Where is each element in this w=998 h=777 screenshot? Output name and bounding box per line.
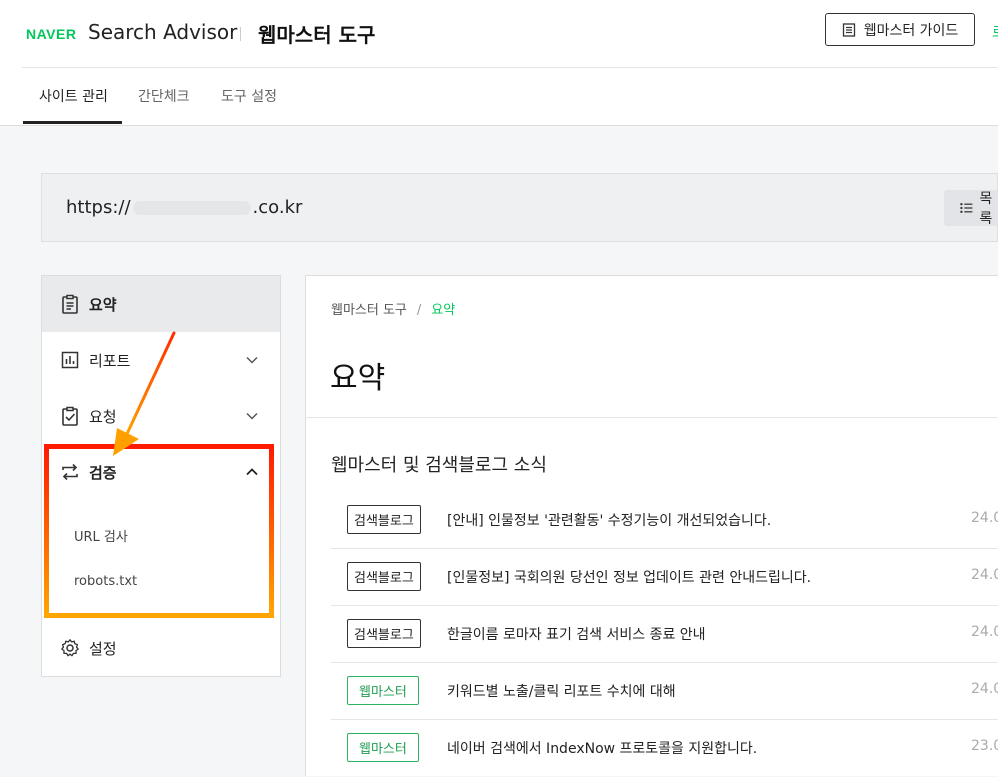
sidebar-item-request[interactable]: 요청	[42, 388, 280, 444]
app-title[interactable]: Search Advisor	[88, 20, 237, 44]
blurred-domain	[132, 201, 251, 215]
category-badge: 웹마스터	[347, 676, 419, 705]
news-date: 24.0	[971, 681, 998, 697]
site-url[interactable]: https:// .co.kr	[66, 197, 302, 218]
site-list-label: 목록	[979, 191, 993, 227]
site-url-prefix: https://	[66, 197, 131, 218]
category-badge: 웹마스터	[347, 733, 419, 762]
news-row[interactable]: 검색블로그 [인물정보] 국회의원 당선인 정보 업데이트 관련 안내드립니다.…	[331, 549, 998, 606]
chevron-down-icon[interactable]	[244, 352, 260, 368]
news-date: 23.0	[971, 738, 998, 754]
site-bar: https:// .co.kr 목록	[41, 173, 998, 242]
category-badge: 검색블로그	[347, 619, 421, 648]
news-date: 24.0	[971, 624, 998, 640]
swap-icon	[62, 463, 78, 481]
chevron-up-icon[interactable]	[244, 464, 260, 480]
webmaster-guide-label: 웹마스터 가이드	[863, 22, 959, 39]
active-tab-indicator	[23, 121, 122, 124]
news-title[interactable]: 키워드별 노출/클릭 리포트 수치에 대해	[447, 681, 676, 701]
chart-icon	[61, 351, 79, 369]
webmaster-guide-button[interactable]: 웹마스터 가이드	[825, 13, 975, 46]
document-icon	[842, 22, 855, 37]
sidebar-subitem-robots-txt[interactable]: robots.txt	[74, 574, 137, 589]
breadcrumb-current: 요약	[431, 303, 456, 318]
news-title[interactable]: [안내] 인물정보 '관련활동' 수정기능이 개선되었습니다.	[447, 510, 771, 530]
news-row[interactable]: 웹마스터 네이버 검색에서 IndexNow 프로토콜을 지원합니다. 23.0	[331, 720, 998, 777]
site-url-suffix: .co.kr	[252, 197, 303, 218]
page-title: 요약	[330, 361, 386, 396]
sidebar-item-label: 요청	[89, 407, 117, 426]
breadcrumb: 웹마스터 도구 / 요약	[331, 303, 456, 318]
sidebar-item-label: 검증	[89, 463, 117, 482]
clipboard-icon	[62, 294, 78, 314]
news-date: 24.0	[971, 510, 998, 526]
tool-title[interactable]: 웹마스터 도구	[258, 19, 375, 48]
sidebar-item-verification[interactable]: 검증	[42, 444, 280, 500]
sidebar-item-label: 리포트	[89, 351, 131, 370]
sidebar: 요약 리포트 요청 검증 URL 검사 robots.txt 설정	[41, 275, 281, 677]
gear-icon	[61, 639, 79, 657]
site-list-button[interactable]: 목록	[944, 190, 998, 227]
breadcrumb-root[interactable]: 웹마스터 도구	[331, 303, 407, 318]
news-row[interactable]: 검색블로그 [안내] 인물정보 '관련활동' 수정기능이 개선되었습니다. 24…	[331, 492, 998, 549]
tab-tool-settings[interactable]: 도구 설정	[221, 86, 277, 106]
title-divider	[306, 417, 998, 418]
tab-site-management[interactable]: 사이트 관리	[39, 86, 108, 106]
section-title: 웹마스터 및 검색블로그 소식	[331, 455, 547, 476]
header-divider	[22, 67, 998, 68]
sidebar-item-summary[interactable]: 요약	[42, 276, 280, 332]
header-edge-link[interactable]: 로	[992, 22, 998, 42]
sidebar-subitem-url-inspection[interactable]: URL 검사	[74, 526, 128, 545]
category-badge: 검색블로그	[347, 505, 421, 534]
news-title[interactable]: [인물정보] 국회의원 당선인 정보 업데이트 관련 안내드립니다.	[447, 567, 811, 587]
header: NAVER Search Advisor 웹마스터 도구 웹마스터 가이드 로 …	[0, 0, 998, 126]
list-icon	[960, 203, 973, 213]
tab-quick-check[interactable]: 간단체크	[138, 86, 190, 106]
naver-logo[interactable]: NAVER	[26, 26, 76, 42]
sidebar-item-settings[interactable]: 설정	[42, 620, 280, 676]
news-row[interactable]: 웹마스터 키워드별 노출/클릭 리포트 수치에 대해 24.0	[331, 663, 998, 720]
news-date: 24.0	[971, 567, 998, 583]
category-badge: 검색블로그	[347, 562, 421, 591]
news-row[interactable]: 검색블로그 한글이름 로마자 표기 검색 서비스 종료 안내 24.0	[331, 606, 998, 663]
main-content: 웹마스터 도구 / 요약 요약 웹마스터 및 검색블로그 소식 검색블로그 [안내]…	[305, 275, 998, 776]
chevron-down-icon[interactable]	[244, 408, 260, 424]
sidebar-item-label: 요약	[89, 295, 117, 314]
news-title[interactable]: 한글이름 로마자 표기 검색 서비스 종료 안내	[447, 624, 706, 644]
sidebar-item-label: 설정	[89, 639, 117, 658]
sidebar-item-report[interactable]: 리포트	[42, 332, 280, 388]
clipboard-check-icon	[62, 406, 78, 426]
title-divider	[240, 27, 241, 41]
news-title[interactable]: 네이버 검색에서 IndexNow 프로토콜을 지원합니다.	[447, 738, 757, 758]
